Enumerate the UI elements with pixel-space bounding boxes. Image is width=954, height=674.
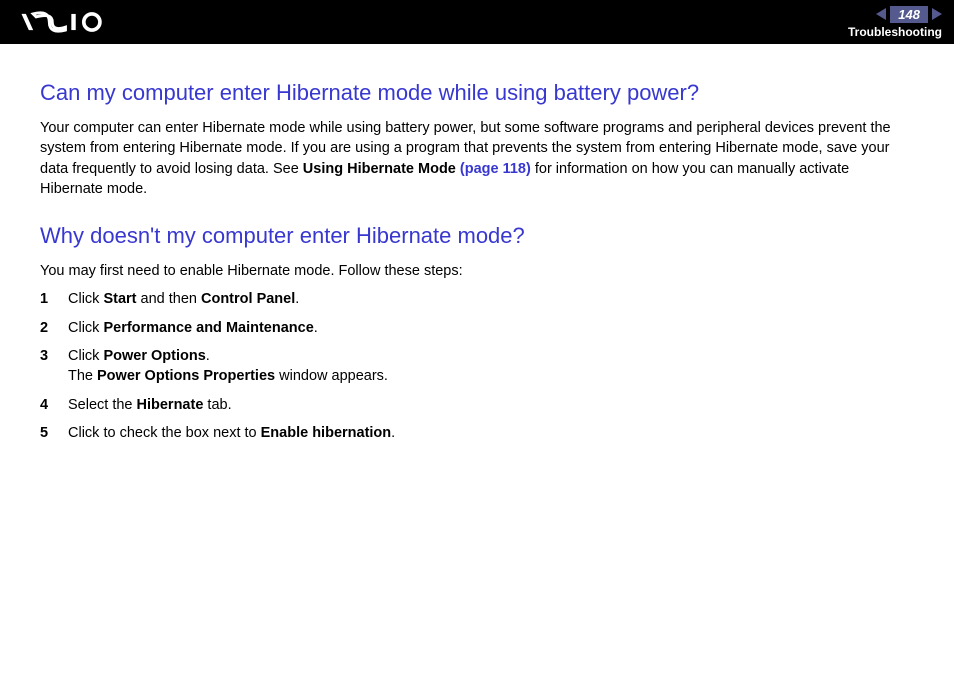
step-text: Click Power Options.The Power Options Pr… [68, 346, 914, 387]
step-text: Click Start and then Control Panel. [68, 289, 914, 309]
question-2-heading: Why doesn't my computer enter Hibernate … [40, 223, 914, 249]
next-page-arrow-icon[interactable] [932, 8, 942, 20]
section-label: Troubleshooting [848, 25, 942, 39]
steps-list: 1 Click Start and then Control Panel. 2 … [40, 289, 914, 443]
step-item: 3 Click Power Options.The Power Options … [40, 346, 914, 387]
step-number: 3 [40, 346, 68, 387]
q1-link-text: Using Hibernate Mode [303, 161, 460, 177]
step-text: Select the Hibernate tab. [68, 395, 914, 415]
question-1-body: Your computer can enter Hibernate mode w… [40, 118, 914, 199]
step-item: 2 Click Performance and Maintenance. [40, 318, 914, 338]
step-number: 4 [40, 395, 68, 415]
q1-page-link[interactable]: (page 118) [460, 161, 531, 177]
step-number: 1 [40, 289, 68, 309]
step-item: 1 Click Start and then Control Panel. [40, 289, 914, 309]
page-content: Can my computer enter Hibernate mode whi… [0, 44, 954, 443]
step-number: 2 [40, 318, 68, 338]
header-right: 148 Troubleshooting [848, 6, 942, 39]
page-nav: 148 [876, 6, 942, 23]
vaio-logo [20, 11, 123, 33]
step-item: 5 Click to check the box next to Enable … [40, 423, 914, 443]
step-number: 5 [40, 423, 68, 443]
step-item: 4 Select the Hibernate tab. [40, 395, 914, 415]
step-text: Click to check the box next to Enable hi… [68, 423, 914, 443]
step-text: Click Performance and Maintenance. [68, 318, 914, 338]
question-1-heading: Can my computer enter Hibernate mode whi… [40, 80, 914, 106]
prev-page-arrow-icon[interactable] [876, 8, 886, 20]
question-2-intro: You may first need to enable Hibernate m… [40, 261, 914, 281]
page-number: 148 [890, 6, 928, 23]
header-bar: 148 Troubleshooting [0, 0, 954, 44]
